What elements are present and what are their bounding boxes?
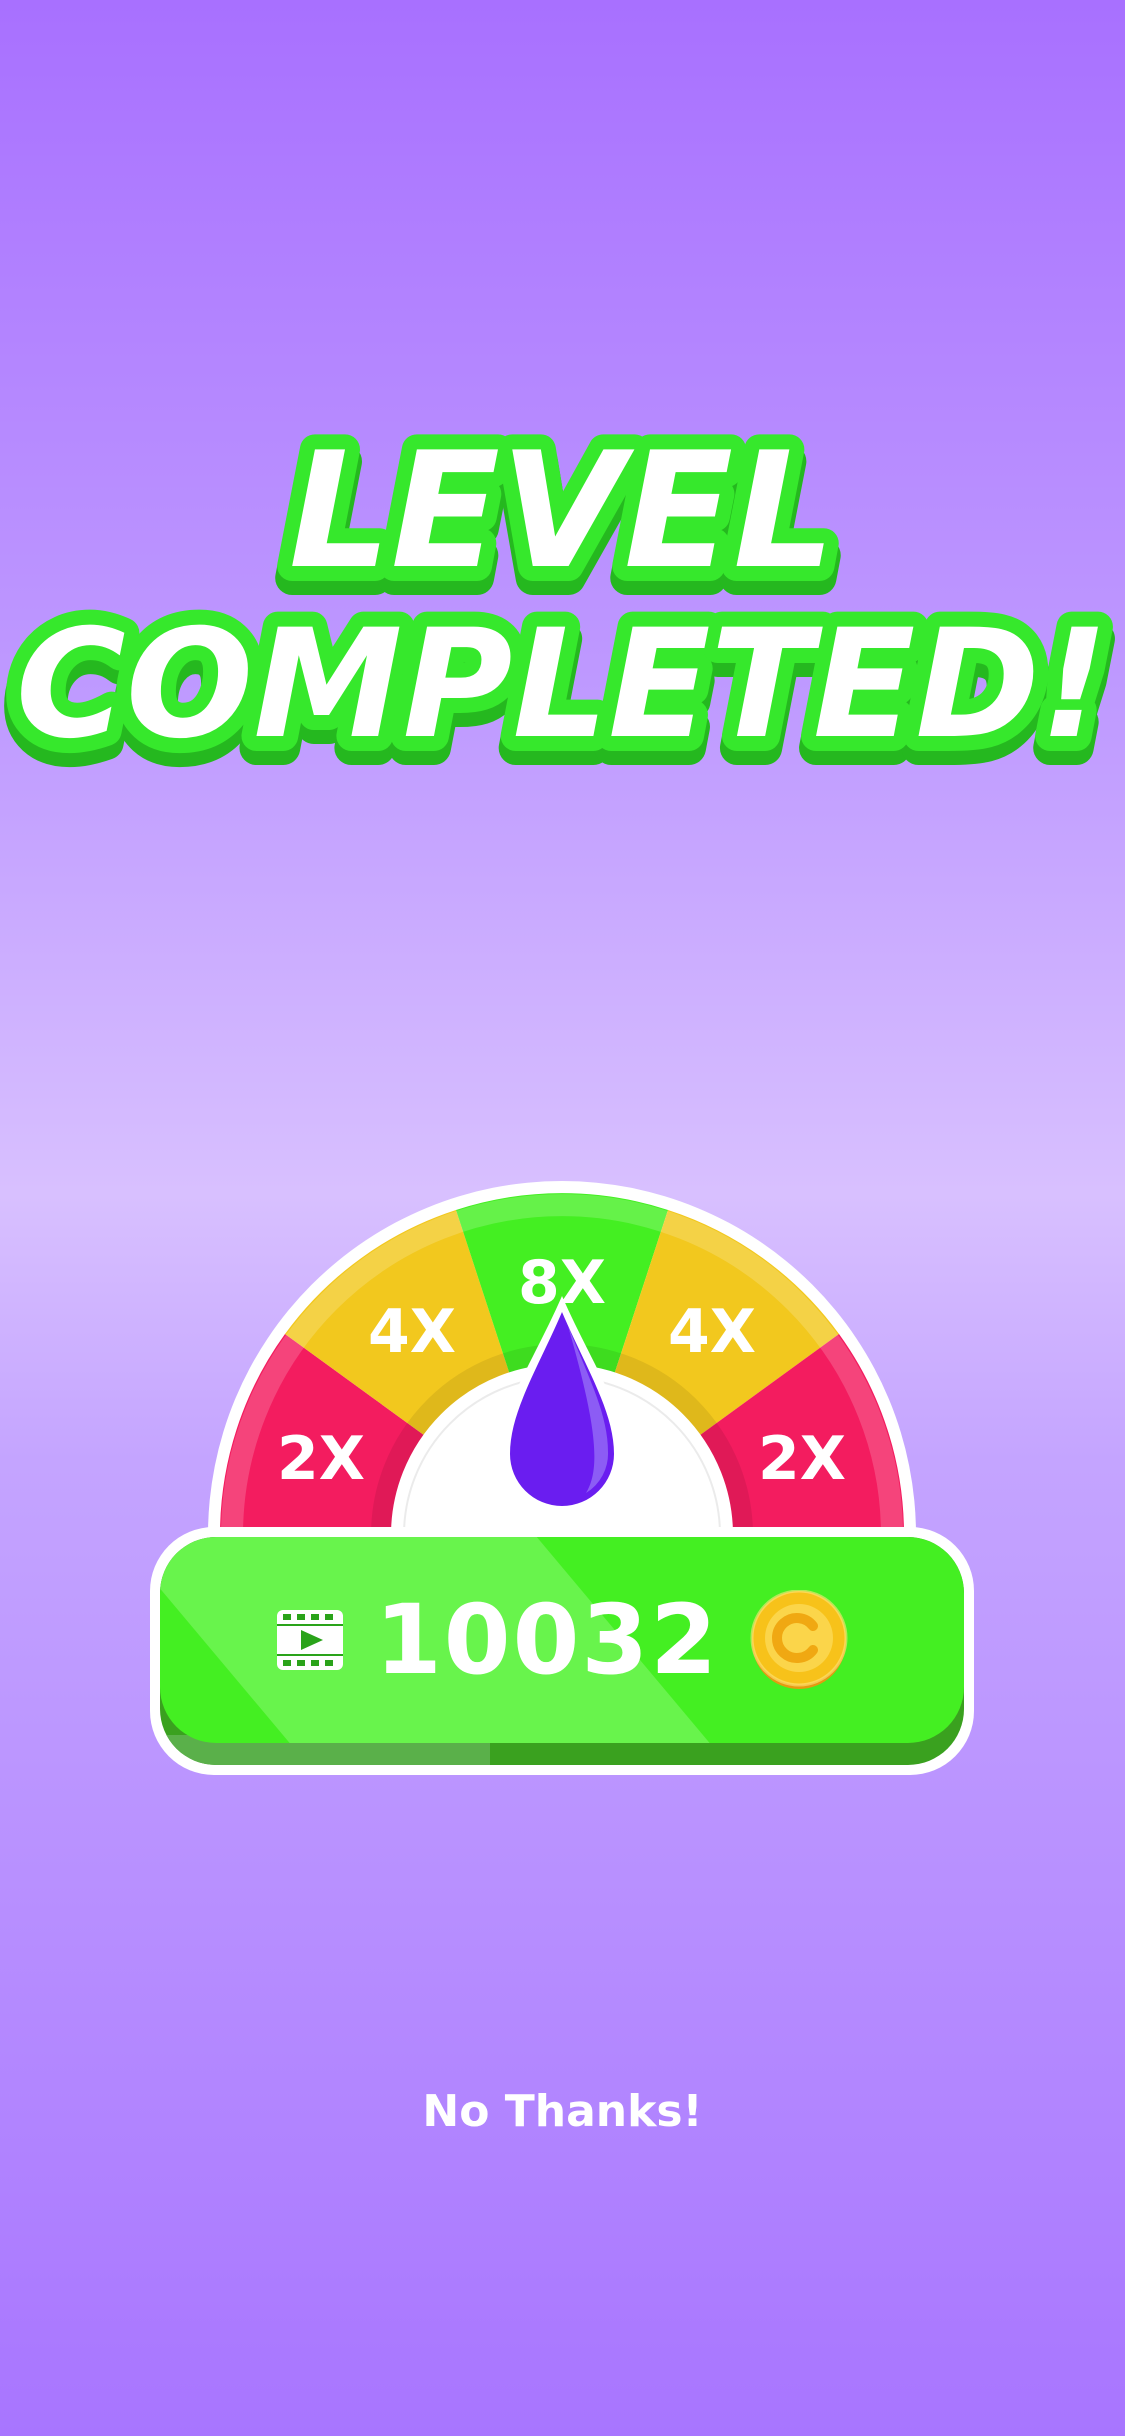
coin-icon [750,1590,848,1689]
reward-button-content: 10032 [160,1537,964,1743]
label-4x-right: 4X [668,1297,756,1367]
label-2x-left: 2X [277,1424,365,1494]
label-4x-left: 4X [368,1297,456,1367]
video-ad-icon [277,1610,343,1670]
reward-button-base: 10032 [160,1537,964,1765]
level-completed-title: LEVEL COMPLETED! LEVEL COMPLETED! LEVEL … [0,420,1125,800]
level-complete-screen: LEVEL COMPLETED! LEVEL COMPLETED! LEVEL … [0,0,1125,2436]
multiplier-gauge: 2X 4X 8X 4X 2X [208,1181,916,1536]
watch-ad-reward-button[interactable]: 10032 [150,1527,974,1775]
label-2x-right: 2X [758,1424,846,1494]
title-line1: LEVEL [289,420,835,604]
title-line2: COMPLETED! [16,598,1109,772]
no-thanks-button[interactable]: No Thanks! [0,2086,1125,2137]
reward-amount: 10032 [375,1584,719,1696]
